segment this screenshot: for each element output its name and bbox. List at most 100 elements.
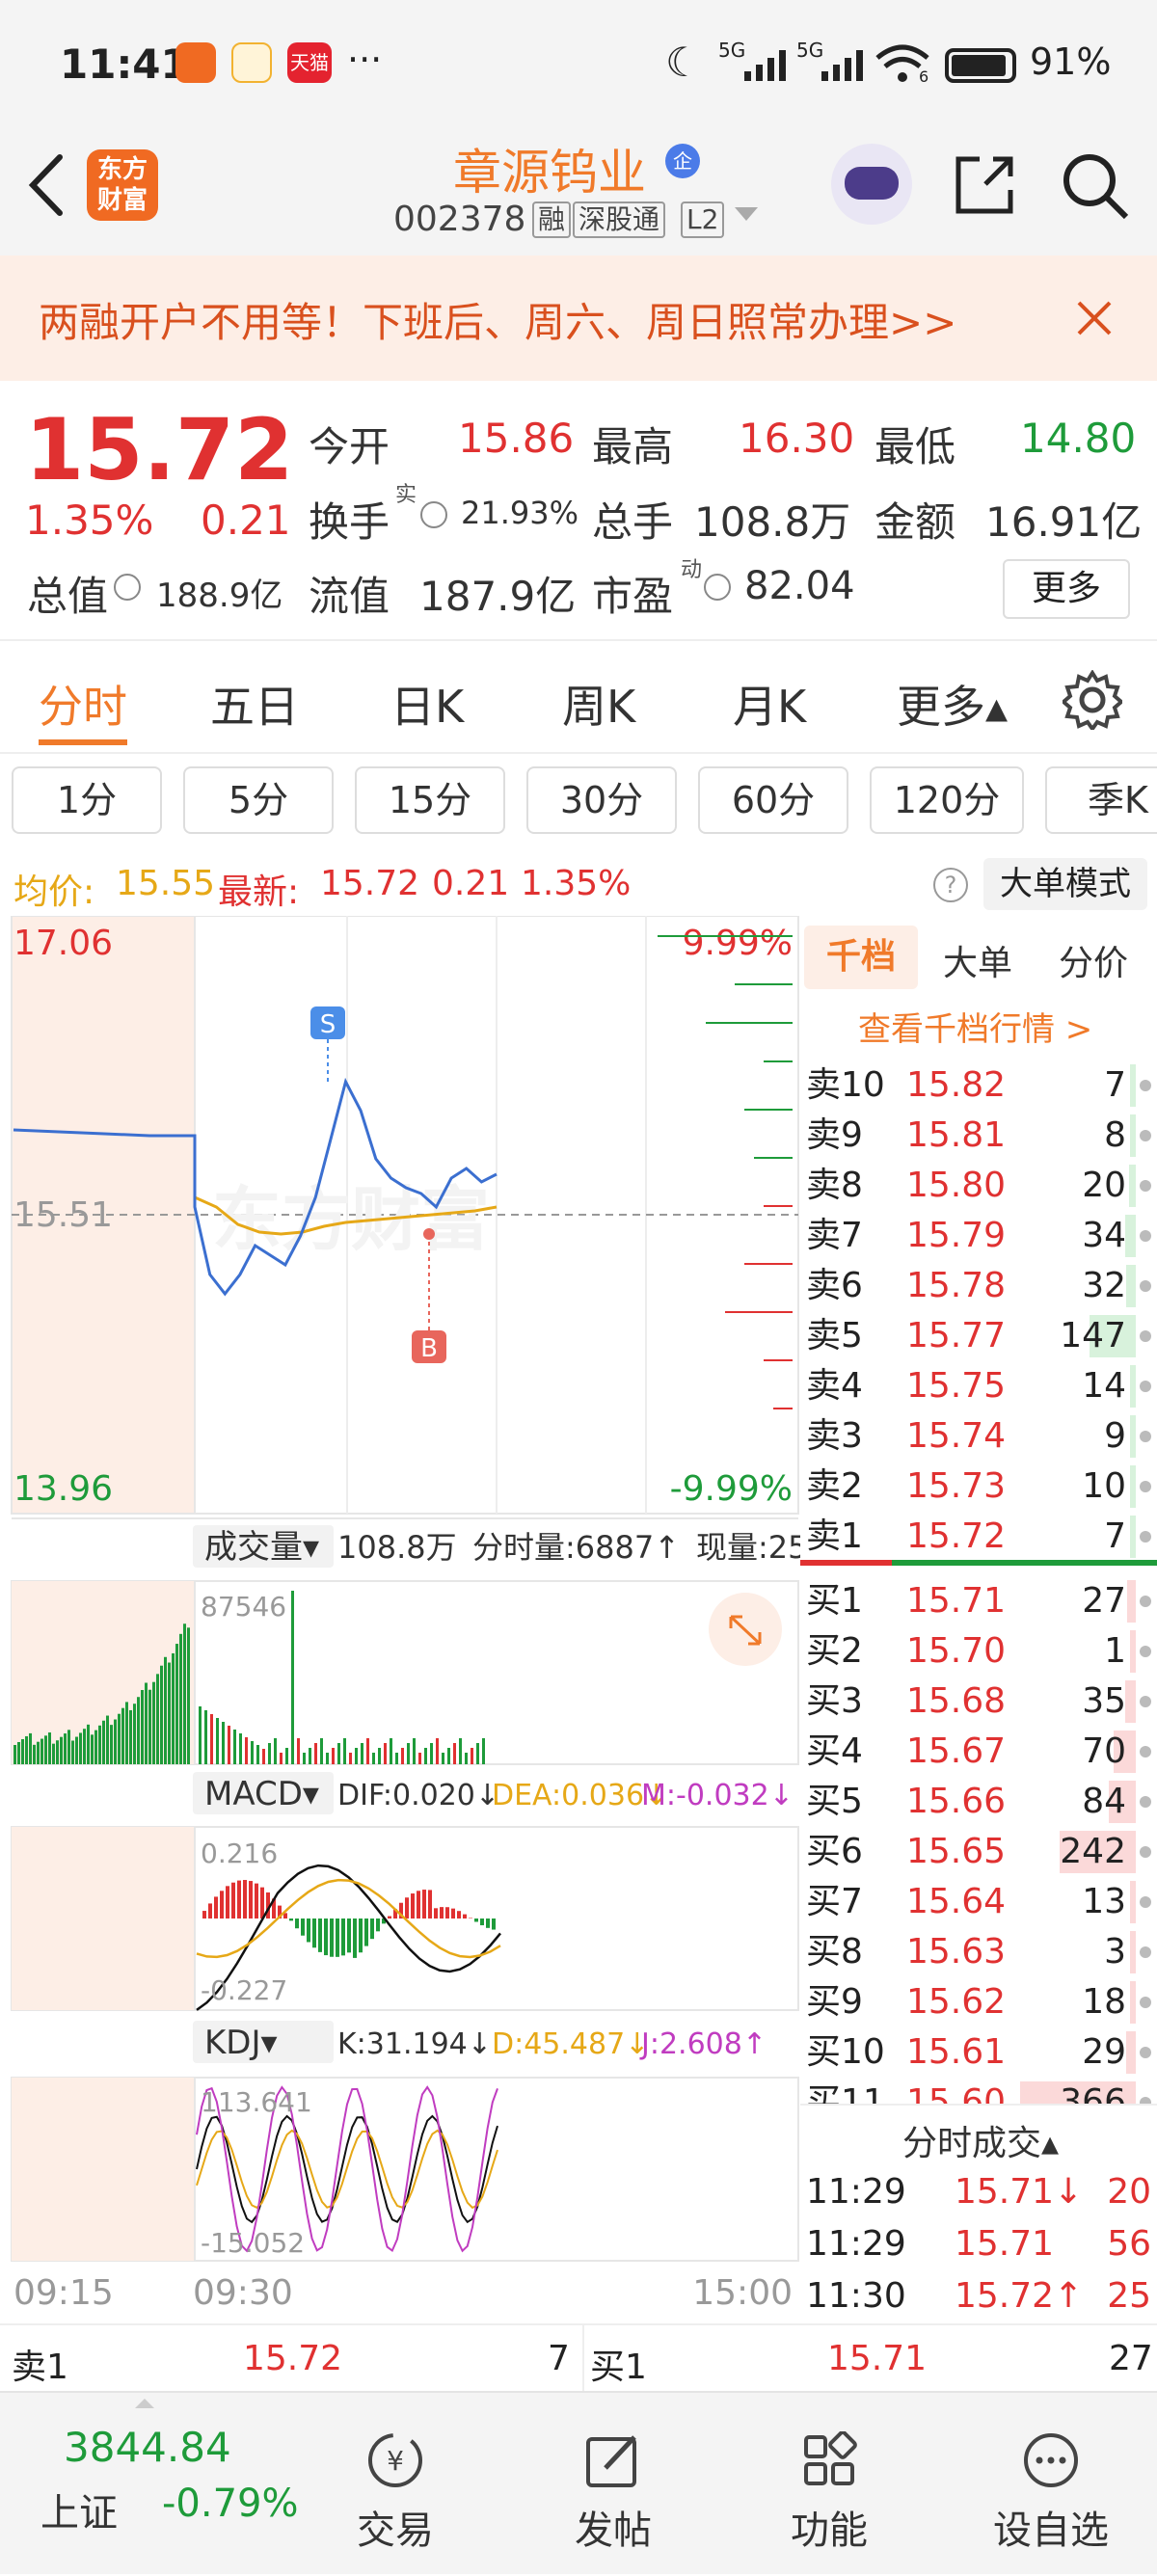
nav-functions[interactable]: 功能 (771, 2393, 887, 2576)
depth-bar (706, 1022, 793, 1024)
dot-icon (1140, 1330, 1151, 1342)
volume-bar (1130, 1114, 1136, 1157)
ask-row[interactable]: 卖1015.827 (800, 1060, 1157, 1111)
index-ticker[interactable]: 3844.84 上证 -0.79% (0, 2393, 318, 2576)
macd-bar (237, 1881, 241, 1919)
pct-max-label: 9.99% (683, 924, 793, 963)
volume-bar (355, 1748, 358, 1764)
tab-big-orders[interactable]: 大单 (943, 935, 1012, 985)
tag-dropdown-icon[interactable] (735, 207, 758, 221)
info-icon[interactable] (420, 501, 447, 528)
chart-svg[interactable]: 东方财富 17.06 15.51 13.96 9.99% -9.99% S B … (0, 916, 800, 2323)
search-icon[interactable] (1061, 151, 1130, 221)
ask-row[interactable]: 卖215.7310 (800, 1462, 1157, 1512)
bid-row[interactable]: 买1015.6129 (800, 2027, 1157, 2078)
volume-bar (1130, 1981, 1136, 2024)
bid-row[interactable]: 买815.633 (800, 1927, 1157, 1977)
nav-trade[interactable]: ¥ 交易 (337, 2393, 453, 2576)
nav-add-watchlist[interactable]: 设自选 (983, 2393, 1118, 2576)
more-stats-button[interactable]: 更多 (1003, 559, 1130, 619)
tab-monthly[interactable]: 月K (733, 672, 806, 736)
ask-row[interactable]: 卖315.749 (800, 1411, 1157, 1462)
bid-row[interactable]: 买415.6770 (800, 1727, 1157, 1777)
volume-bar (168, 1663, 171, 1764)
ask-row[interactable]: 卖515.77147 (800, 1311, 1157, 1361)
dot-icon (1140, 2047, 1151, 2058)
promo-banner[interactable]: 两融开户不用等！下班后、周六、周日照常办理>> (0, 255, 1157, 381)
bid-row[interactable]: 买215.701 (800, 1626, 1157, 1677)
level-price: 15.77 (906, 1311, 1006, 1361)
volume-bar (395, 1753, 398, 1764)
tab-intraday[interactable]: 分时 (39, 672, 127, 736)
bid-row[interactable]: 买615.65242 (800, 1827, 1157, 1877)
settings-gear-icon[interactable] (1063, 670, 1122, 730)
level-price: 15.75 (906, 1361, 1006, 1411)
tab-price-dist[interactable]: 分价 (1059, 935, 1128, 985)
big-order-mode-button[interactable]: 大单模式 (983, 858, 1147, 910)
level-volume: 70 (1082, 1727, 1126, 1777)
chart-tabs: 分时 五日 日K 周K 月K 更多▴ (0, 643, 1157, 754)
ask-row[interactable]: 卖615.7832 (800, 1261, 1157, 1311)
volume-bar (133, 1704, 136, 1764)
trades-title[interactable]: 分时成交▴ (902, 2115, 1059, 2165)
intraday-chart[interactable]: 东方财富 17.06 15.51 13.96 9.99% -9.99% S B … (0, 916, 800, 2323)
macd-bar (480, 1919, 484, 1925)
bid-row[interactable]: 买515.6684 (800, 1777, 1157, 1827)
high-value: 16.30 (739, 415, 854, 462)
ask-row[interactable]: 卖115.727 (800, 1512, 1157, 1562)
level-volume: 1 (1104, 1626, 1126, 1677)
tab-5day[interactable]: 五日 (210, 672, 299, 736)
info-icon[interactable] (114, 574, 141, 601)
period-60min[interactable]: 60分 (698, 766, 848, 834)
period-1min[interactable]: 1分 (12, 766, 162, 834)
close-icon[interactable] (1075, 299, 1114, 337)
period-15min[interactable]: 15分 (355, 766, 505, 834)
ask-row[interactable]: 卖815.8020 (800, 1161, 1157, 1211)
tab-level-book[interactable]: 千档 (804, 926, 918, 989)
ai-assistant-icon[interactable] (831, 144, 912, 225)
view-level-book-link[interactable]: 查看千档行情 > (858, 1003, 1092, 1050)
volume-bar (228, 1726, 230, 1764)
battery-percent: 91% (1030, 40, 1111, 83)
banner-text[interactable]: 两融开户不用等！下班后、周六、周日照常办理>> (39, 290, 956, 349)
trades-panel: 分时成交▴ 11:2915.71↓2011:2915.715611:3015.7… (800, 2104, 1157, 2323)
stock-header: 东方财富 章源钨业 企 002378 融 深股通 L2 (0, 130, 1157, 255)
bid-row[interactable]: 买115.7127 (800, 1576, 1157, 1626)
turnover-sup: 实 (395, 477, 417, 508)
turnover-label: 换手 (309, 490, 390, 549)
tab-more[interactable]: 更多▴ (897, 672, 1008, 736)
expand-up-icon[interactable] (135, 2399, 154, 2408)
ask-row[interactable]: 卖715.7934 (800, 1211, 1157, 1261)
level-label: 买1 (806, 1576, 863, 1626)
bid-row[interactable]: 买715.6413 (800, 1877, 1157, 1927)
macd-bar (295, 1919, 299, 1928)
volume-bar (442, 1753, 444, 1764)
help-icon[interactable]: ? (933, 868, 968, 902)
volume-bar (256, 1745, 259, 1764)
macd-bar (231, 1883, 235, 1919)
period-quarterly[interactable]: 季K (1045, 766, 1157, 834)
volume-value: 108.8万 (694, 490, 850, 549)
nav-post[interactable]: 发帖 (555, 2393, 671, 2576)
period-120min[interactable]: 120分 (870, 766, 1024, 834)
period-5min[interactable]: 5分 (183, 766, 334, 834)
back-icon[interactable] (23, 151, 71, 219)
volume-bar (482, 1738, 485, 1764)
volume-bar (44, 1735, 47, 1764)
level-volume: 3 (1104, 1927, 1126, 1977)
level-label: 卖6 (806, 1261, 863, 1311)
bid-row[interactable]: 买315.6835 (800, 1677, 1157, 1727)
ask-row[interactable]: 卖415.7514 (800, 1361, 1157, 1411)
volume-bar (349, 1753, 352, 1764)
macd-m: M:-0.032↓ (641, 1779, 794, 1812)
tab-daily[interactable]: 日K (390, 672, 464, 736)
bid-row[interactable]: 买915.6218 (800, 1977, 1157, 2027)
app-logo[interactable]: 东方财富 (87, 149, 158, 221)
ask-row[interactable]: 卖915.818 (800, 1111, 1157, 1161)
share-icon[interactable] (951, 151, 1018, 219)
volume-bar (67, 1730, 70, 1764)
info-icon[interactable] (704, 574, 731, 601)
stock-name[interactable]: 章源钨业 (453, 134, 646, 203)
tab-weekly[interactable]: 周K (562, 672, 635, 736)
period-30min[interactable]: 30分 (526, 766, 677, 834)
